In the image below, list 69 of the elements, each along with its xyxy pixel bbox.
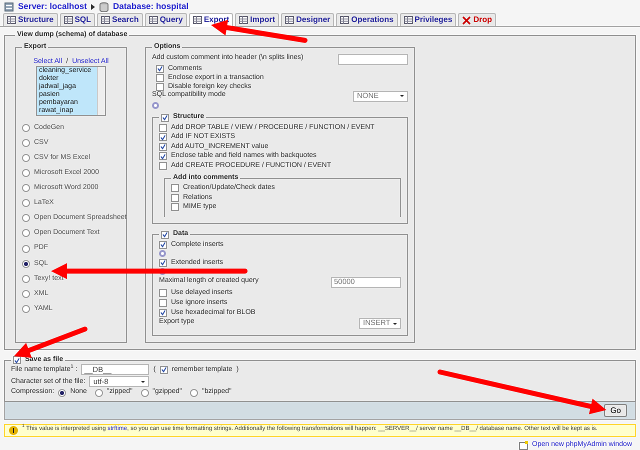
window-icon xyxy=(519,440,528,450)
radio-button[interactable] xyxy=(22,124,30,132)
checkbox[interactable] xyxy=(160,366,168,374)
radio-button[interactable] xyxy=(22,184,30,192)
table-icon xyxy=(192,15,202,25)
checkbox[interactable] xyxy=(161,114,169,122)
checkbox[interactable] xyxy=(159,133,167,142)
table-icon xyxy=(148,15,158,25)
radio-button[interactable] xyxy=(94,388,103,396)
radio-button[interactable] xyxy=(22,260,30,268)
tab[interactable]: Privileges xyxy=(400,13,456,26)
radio-button[interactable] xyxy=(140,388,149,396)
checkbox[interactable] xyxy=(159,162,167,170)
breadcrumb-link[interactable]: Database: hospital xyxy=(112,2,189,12)
checkbox[interactable] xyxy=(171,194,179,202)
radio-button[interactable] xyxy=(22,244,30,252)
checkbox[interactable] xyxy=(171,203,179,212)
tab[interactable]: Query xyxy=(144,13,187,26)
table-icon xyxy=(239,15,248,25)
checkbox[interactable] xyxy=(159,289,167,298)
radio-button[interactable] xyxy=(22,154,30,162)
radio-button[interactable] xyxy=(22,304,30,313)
caret-icon xyxy=(393,322,397,325)
table-icon xyxy=(340,15,350,25)
warning-icon xyxy=(9,426,18,435)
checkbox[interactable] xyxy=(159,152,167,160)
help-icon xyxy=(152,102,159,109)
comment-field[interactable] xyxy=(338,54,408,65)
checkbox[interactable] xyxy=(159,308,167,317)
checkbox[interactable] xyxy=(156,74,164,82)
tab[interactable]: Operations xyxy=(336,13,398,26)
radio-button[interactable] xyxy=(22,199,30,208)
go-button[interactable]: Go xyxy=(604,404,627,417)
radio-button[interactable] xyxy=(22,169,30,178)
caret-icon xyxy=(141,380,146,383)
table-icon xyxy=(7,15,16,25)
tab[interactable]: Designer xyxy=(281,13,334,26)
cross-icon xyxy=(462,16,472,24)
radio-button[interactable] xyxy=(22,229,30,238)
table-icon xyxy=(285,15,294,25)
caret-icon xyxy=(400,95,404,98)
table-icon xyxy=(404,15,413,25)
caret-icon xyxy=(90,4,95,10)
radio-button[interactable] xyxy=(190,388,198,396)
server-icon xyxy=(4,2,14,12)
radio-button[interactable] xyxy=(58,388,66,396)
tab[interactable]: SQL xyxy=(60,13,96,26)
radio-button[interactable] xyxy=(22,139,30,148)
checkbox[interactable] xyxy=(159,142,167,151)
checkbox[interactable] xyxy=(13,356,21,364)
breadcrumb-link[interactable]: Server: localhost xyxy=(18,2,87,12)
tab[interactable]: Search xyxy=(97,13,143,26)
radio-button[interactable] xyxy=(22,290,30,298)
database-icon xyxy=(98,2,109,12)
tab[interactable]: Drop xyxy=(458,13,496,26)
tab[interactable]: Structure xyxy=(3,13,58,26)
table-icon xyxy=(101,15,110,25)
radio-button[interactable] xyxy=(22,214,30,222)
checkbox[interactable] xyxy=(159,299,167,308)
tab[interactable]: Import xyxy=(235,13,280,26)
checkbox[interactable] xyxy=(156,64,164,73)
table-icon xyxy=(64,15,73,25)
checkbox[interactable] xyxy=(171,184,179,192)
checkbox[interactable] xyxy=(159,258,167,267)
checkbox[interactable] xyxy=(156,82,164,91)
checkbox[interactable] xyxy=(161,230,169,239)
checkbox[interactable] xyxy=(159,124,167,132)
checkbox[interactable] xyxy=(159,240,167,249)
radio-button[interactable] xyxy=(22,274,30,283)
